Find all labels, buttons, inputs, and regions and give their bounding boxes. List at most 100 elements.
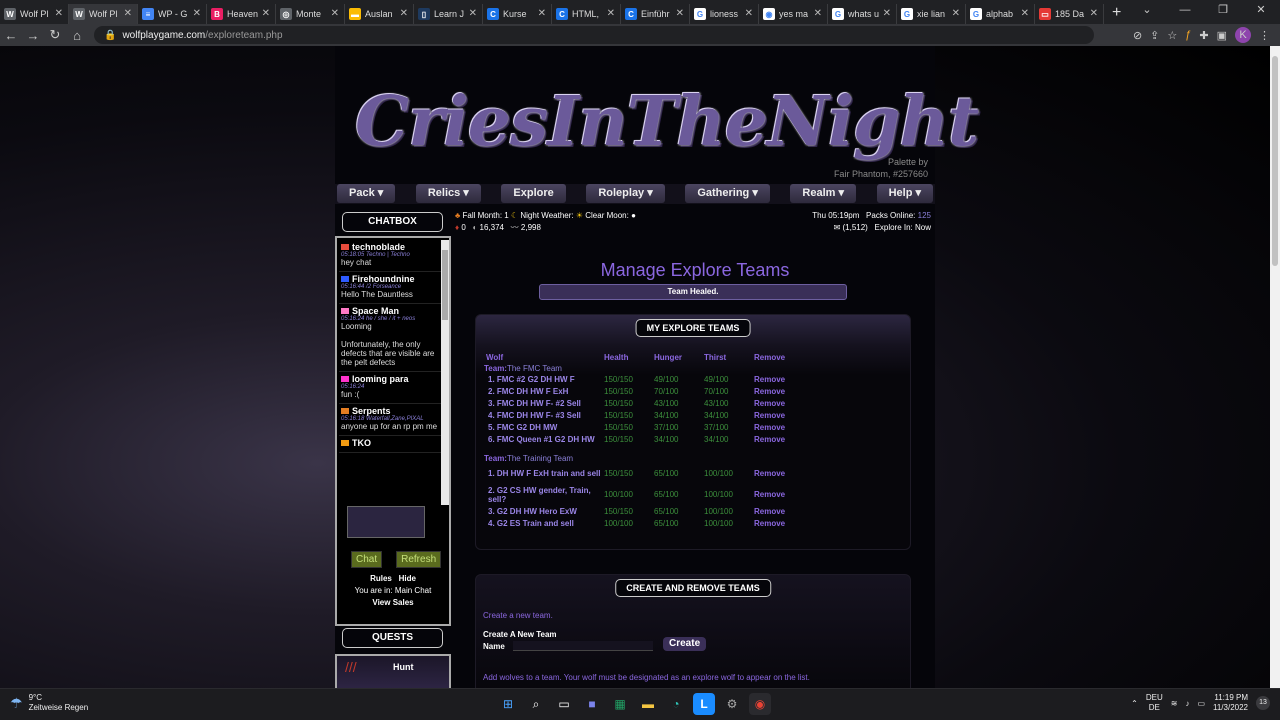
- chevron-up-icon[interactable]: ⌃: [1131, 699, 1138, 708]
- rules-link[interactable]: Rules: [370, 574, 392, 583]
- nav-item[interactable]: Relics ▾: [415, 184, 481, 203]
- browser-tab[interactable]: B Heaven ✕: [207, 4, 276, 24]
- browser-tab[interactable]: C HTML, ✕: [552, 4, 621, 24]
- chat-username[interactable]: technoblade: [352, 242, 405, 252]
- l-app-icon[interactable]: L: [693, 693, 715, 715]
- remove-link[interactable]: Remove: [754, 387, 814, 396]
- browser-tab[interactable]: ▭ 185 Da ✕: [1035, 4, 1104, 24]
- browser-tab[interactable]: Galphab ✕: [966, 4, 1035, 24]
- tab-close-icon[interactable]: ✕: [952, 8, 960, 19]
- eye-off-icon[interactable]: ⊘: [1133, 29, 1142, 42]
- hide-link[interactable]: Hide: [399, 574, 416, 583]
- profile-avatar[interactable]: K: [1235, 27, 1251, 43]
- remove-link[interactable]: Remove: [754, 507, 814, 516]
- extension-icon[interactable]: ƒ: [1185, 29, 1191, 41]
- chat-user[interactable]: Serpents: [341, 406, 439, 416]
- chat-button[interactable]: Chat: [351, 551, 383, 568]
- wolf-name-link[interactable]: 1. DH HW F ExH train and sell: [484, 469, 604, 478]
- chat-username[interactable]: TKO: [352, 438, 371, 448]
- mail-icon[interactable]: ✉: [834, 223, 841, 232]
- puzzle-icon[interactable]: ✚: [1199, 29, 1208, 42]
- chat-user[interactable]: looming para: [341, 374, 439, 384]
- edge-icon[interactable]: ◔: [665, 693, 687, 715]
- remove-link[interactable]: Remove: [754, 490, 814, 499]
- nav-item[interactable]: Roleplay ▾: [586, 184, 665, 203]
- minimize-icon[interactable]: —: [1166, 0, 1204, 24]
- remove-link[interactable]: Remove: [754, 469, 814, 478]
- chat-user[interactable]: technoblade: [341, 242, 439, 252]
- wolf-name-link[interactable]: 4. G2 ES Train and sell: [484, 519, 604, 528]
- create-button[interactable]: Create: [663, 637, 707, 651]
- chat-user[interactable]: Firehoundnine: [341, 274, 439, 284]
- remove-link[interactable]: Remove: [754, 411, 814, 420]
- battery-icon[interactable]: ▭: [1197, 699, 1205, 708]
- view-sales-link[interactable]: View Sales: [337, 597, 449, 609]
- chat-username[interactable]: Serpents: [352, 406, 391, 416]
- new-tab-icon[interactable]: +: [1112, 4, 1121, 22]
- chat-user[interactable]: Space Man: [341, 306, 439, 316]
- browser-tab[interactable]: Gxie lian ✕: [897, 4, 966, 24]
- chat-input[interactable]: [347, 506, 425, 538]
- tab-close-icon[interactable]: ✕: [1021, 8, 1029, 19]
- weather-widget[interactable]: ☂ 9°C Zeitweise Regen: [10, 693, 88, 713]
- remove-link[interactable]: Remove: [754, 423, 814, 432]
- tab-close-icon[interactable]: ✕: [331, 8, 339, 19]
- tab-close-icon[interactable]: ✕: [814, 8, 822, 19]
- search-icon[interactable]: ⌕: [525, 693, 547, 715]
- remove-link[interactable]: Remove: [754, 435, 814, 444]
- settings-gear-icon[interactable]: ⚙: [721, 693, 743, 715]
- chrome-icon[interactable]: ◉: [749, 693, 771, 715]
- wolf-name-link[interactable]: 2. FMC DH HW F ExH: [484, 387, 604, 396]
- tab-close-icon[interactable]: ✕: [1090, 8, 1098, 19]
- quest-hunt[interactable]: Hunt: [393, 662, 414, 672]
- tab-close-icon[interactable]: ✕: [469, 8, 477, 19]
- page-scrollbar[interactable]: [1270, 46, 1280, 688]
- chat-username[interactable]: looming para: [352, 374, 409, 384]
- windows-start-icon[interactable]: ⊞: [497, 693, 519, 715]
- tab-close-icon[interactable]: ✕: [193, 8, 201, 19]
- tab-close-icon[interactable]: ✕: [124, 8, 132, 19]
- reload-icon[interactable]: ↻: [44, 27, 66, 43]
- nav-item[interactable]: Explore: [501, 184, 566, 203]
- tab-close-icon[interactable]: ✕: [745, 8, 753, 19]
- home-icon[interactable]: ⌂: [66, 28, 88, 43]
- browser-tab[interactable]: C Kurse ✕: [483, 4, 552, 24]
- tab-close-icon[interactable]: ✕: [55, 8, 63, 19]
- volume-icon[interactable]: ♪: [1185, 699, 1189, 708]
- spreadsheet-app-icon[interactable]: ▦: [609, 693, 631, 715]
- browser-tab[interactable]: ▯ Learn J ✕: [414, 4, 483, 24]
- site-logo[interactable]: CriesInTheNight: [355, 82, 979, 162]
- sidebar-icon[interactable]: ▣: [1217, 29, 1227, 42]
- create-team-link[interactable]: Create a new team.: [483, 611, 553, 620]
- bookmark-star-icon[interactable]: ☆: [1167, 29, 1177, 42]
- browser-tab[interactable]: Gwhats u ✕: [828, 4, 897, 24]
- browser-tab[interactable]: ◉ yes ma ✕: [759, 4, 828, 24]
- tab-close-icon[interactable]: ✕: [607, 8, 615, 19]
- refresh-button[interactable]: Refresh: [396, 551, 442, 568]
- team-name[interactable]: The Training Team: [507, 454, 573, 463]
- kebab-menu-icon[interactable]: ⋮: [1259, 29, 1270, 42]
- wolf-name-link[interactable]: 3. FMC DH HW F- #2 Sell: [484, 399, 604, 408]
- task-view-icon[interactable]: ▭: [553, 693, 575, 715]
- back-icon[interactable]: ←: [0, 28, 22, 43]
- teams-chat-icon[interactable]: ■: [581, 693, 603, 715]
- browser-tab[interactable]: C Einführ ✕: [621, 4, 690, 24]
- chat-scrollbar[interactable]: [441, 240, 449, 505]
- forward-icon[interactable]: →: [22, 28, 44, 43]
- wolf-name-link[interactable]: 3. G2 DH HW Hero ExW: [484, 507, 604, 516]
- file-explorer-icon[interactable]: ▬: [637, 693, 659, 715]
- team-name-input[interactable]: [513, 641, 653, 651]
- chat-username[interactable]: Space Man: [352, 306, 399, 316]
- wolf-name-link[interactable]: 6. FMC Queen #1 G2 DH HW: [484, 435, 604, 444]
- browser-tab[interactable]: Glioness ✕: [690, 4, 759, 24]
- tab-search-icon[interactable]: ⌄: [1128, 0, 1166, 24]
- browser-tab[interactable]: W Wolf Pl ✕: [0, 4, 69, 24]
- tab-close-icon[interactable]: ✕: [538, 8, 546, 19]
- language-indicator[interactable]: DEU DE: [1146, 693, 1163, 713]
- wolf-name-link[interactable]: 2. G2 CS HW gender, Train, sell?: [484, 486, 604, 504]
- clock[interactable]: 11:19 PM 11/3/2022: [1213, 693, 1248, 713]
- chat-username[interactable]: Firehoundnine: [352, 274, 415, 284]
- close-window-icon[interactable]: ✕: [1242, 0, 1280, 24]
- remove-link[interactable]: Remove: [754, 519, 814, 528]
- browser-tab[interactable]: ◎ Monte ✕: [276, 4, 345, 24]
